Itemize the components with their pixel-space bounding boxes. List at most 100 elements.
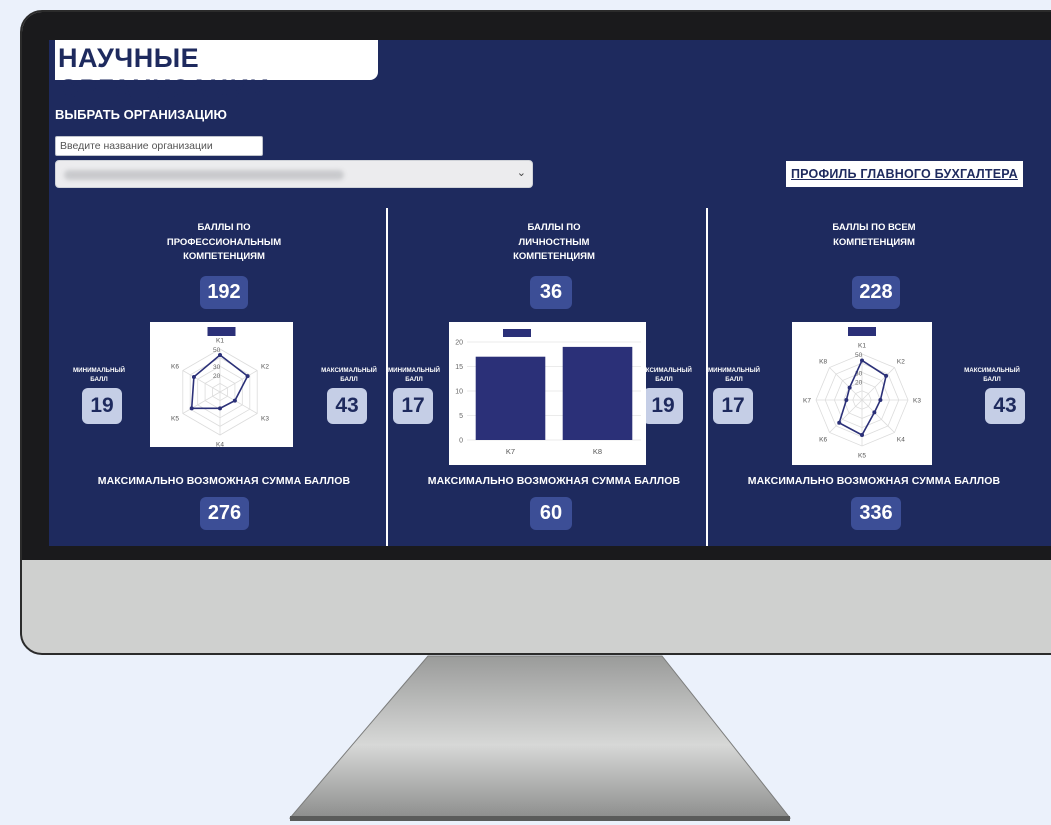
radar-axis-label: K1 — [216, 338, 224, 345]
total-score-value: 36 — [530, 276, 572, 309]
max-possible-sum-label: МАКСИМАЛЬНО ВОЗМОЖНАЯ СУММА БАЛЛОВ — [427, 475, 681, 487]
radar-axis-label: K5 — [858, 453, 866, 460]
radar-tick-label: 50 — [855, 352, 863, 359]
max-score-label: МАКСИМАЛЬНЫЙ БАЛЛ — [314, 366, 384, 384]
min-score-label: МИНИМАЛЬНЫЙ БАЛЛ — [64, 366, 134, 384]
max-score-label: МАКСИМАЛЬНЫЙ БАЛЛ — [957, 366, 1027, 384]
label-line: БАЛЛ — [983, 376, 1001, 383]
label-line: БАЛЛ — [90, 376, 108, 383]
radar-point — [837, 420, 842, 425]
radar-point — [860, 358, 864, 363]
legend-swatch — [207, 327, 236, 336]
radar-spoke — [182, 391, 221, 414]
label-line: МАКСИМАЛЬНЫЙ — [964, 367, 1020, 374]
heading-line: КОМПЕТЕНЦИЯМ — [833, 236, 915, 248]
radar-chart-svg: 203050K1K2K3K4K5K6K7K8 — [803, 327, 921, 460]
total-score-value: 192 — [200, 276, 248, 309]
heading-line: БАЛЛЫ ПО — [527, 222, 581, 233]
radar-point — [189, 406, 194, 411]
min-score-value: 17 — [713, 388, 753, 424]
professional-competencies-panel: БАЛЛЫ ПО ПРОФЕССИОНАЛЬНЫМ КОМПЕТЕНЦИЯМ 1… — [59, 40, 389, 546]
radar-point — [844, 398, 849, 402]
label-line: МИНИМАЛЬНЫЙ — [388, 367, 440, 374]
radar-axis-label: K6 — [819, 436, 827, 443]
radar-tick-label: 20 — [213, 373, 221, 380]
panel-heading: БАЛЛЫ ПО ВСЕМ КОМПЕТЕНЦИЯМ — [709, 221, 1039, 250]
radar-point — [218, 406, 222, 411]
label-line: БАЛЛ — [405, 376, 423, 383]
min-score-value: 17 — [393, 388, 433, 424]
radar-axis-label: K3 — [261, 416, 269, 423]
radar-point — [191, 374, 196, 379]
label-line: БАЛЛ — [340, 376, 358, 383]
label-line: БАЛЛ — [725, 376, 743, 383]
radar-point — [860, 432, 864, 437]
radar-point — [872, 410, 877, 415]
personal-competencies-panel: БАЛЛЫ ПО ЛИЧНОСТНЫМ КОМПЕТЕНЦИЯМ 36 МИНИ… — [388, 40, 719, 546]
radar-tick-label: 30 — [213, 364, 221, 371]
bar-tick-label: 20 — [455, 340, 463, 347]
bar-chart-svg: 0 5 10 15 20 K7 K8 — [455, 329, 641, 456]
radar-axis-label: K4 — [897, 436, 905, 443]
max-possible-sum-value: 60 — [530, 497, 572, 530]
radar-point — [884, 373, 889, 378]
total-score-value: 228 — [852, 276, 900, 309]
bar-category-label: K8 — [593, 447, 602, 456]
min-score-label: МИНИМАЛЬНЫЙ БАЛЛ — [699, 366, 769, 384]
monitor-frame: НАУЧНЫЕ ОРГАНИЗАЦИИ ВЫБРАТЬ ОРГАНИЗАЦИЮ … — [20, 10, 1051, 655]
heading-line: КОМПЕТЕНЦИЯМ — [513, 251, 595, 262]
heading-line: КОМПЕТЕНЦИЯМ — [183, 251, 265, 262]
min-score-label: МИНИМАЛЬНЫЙ БАЛЛ — [379, 366, 449, 384]
radar-axis-label: K2 — [261, 364, 269, 371]
radar-axis-label: K8 — [819, 359, 827, 366]
heading-line: БАЛЛЫ ПО — [197, 222, 251, 233]
panel-heading: БАЛЛЫ ПО ПРОФЕССИОНАЛЬНЫМ КОМПЕТЕНЦИЯМ — [59, 221, 389, 265]
radar-tick-label: 20 — [855, 380, 863, 387]
radar-axis-label: K3 — [913, 398, 921, 405]
label-line: МИНИМАЛЬНЫЙ — [73, 367, 125, 374]
min-score-value: 19 — [82, 388, 122, 424]
heading-line: ПРОФЕССИОНАЛЬНЫМ — [166, 236, 282, 248]
bar-tick-label: 5 — [459, 413, 463, 420]
bar-tick-label: 15 — [455, 364, 463, 371]
bar — [475, 356, 546, 440]
radar-tick-label: 50 — [213, 347, 221, 354]
label-line: МИНИМАЛЬНЫЙ — [708, 367, 760, 374]
radar-spoke — [219, 370, 258, 393]
radar-point — [232, 398, 237, 403]
max-score-value: 43 — [327, 388, 367, 424]
max-possible-sum-label: МАКСИМАЛЬНО ВОЗМОЖНАЯ СУММА БАЛЛОВ — [97, 475, 351, 487]
radar-axis-label: K5 — [171, 416, 179, 423]
legend-swatch — [848, 327, 876, 336]
label-line: МАКСИМАЛЬНЫЙ — [321, 367, 377, 374]
radar-chart-professional: 20 30 50 K1 K2 K3 K4 K5 K6 — [150, 322, 293, 447]
radar-point — [245, 374, 250, 379]
radar-chart-svg: 20 30 50 K1 K2 K3 K4 K5 K6 — [171, 327, 269, 448]
panel-heading: БАЛЛЫ ПО ЛИЧНОСТНЫМ КОМПЕТЕНЦИЯМ — [389, 221, 719, 265]
radar-axis-label: K7 — [803, 398, 811, 405]
max-possible-sum-value: 276 — [200, 497, 249, 530]
radar-point — [218, 353, 222, 358]
bar-tick-label: 0 — [459, 438, 463, 445]
radar-axis-label: K1 — [858, 343, 866, 350]
bar-tick-label: 10 — [455, 389, 463, 396]
bar-category-label: K7 — [506, 447, 515, 456]
bar — [562, 346, 633, 440]
radar-point — [878, 398, 883, 402]
heading-line: ЛИЧНОСТНЫМ — [518, 236, 590, 248]
dashboard-screen: НАУЧНЫЕ ОРГАНИЗАЦИИ ВЫБРАТЬ ОРГАНИЗАЦИЮ … — [49, 40, 1051, 546]
bar-chart-personal: 0 5 10 15 20 K7 K8 — [449, 322, 646, 465]
radar-axis-label: K4 — [216, 442, 224, 448]
max-score-value: 43 — [985, 388, 1025, 424]
radar-point — [847, 385, 852, 390]
max-possible-sum-value: 336 — [851, 497, 901, 530]
all-competencies-panel: БАЛЛЫ ПО ВСЕМ КОМПЕТЕНЦИЯМ 228 МИНИМАЛЬН… — [708, 40, 1039, 546]
max-possible-sum-label: МАКСИМАЛЬНО ВОЗМОЖНАЯ СУММА БАЛЛОВ — [747, 475, 1001, 487]
legend-swatch — [503, 329, 531, 337]
max-score-value: 19 — [643, 388, 683, 424]
radar-chart-all: 20 30 50 K1 K2 K3 K4 K5 K6 K7 K8 — [792, 322, 932, 465]
heading-line: БАЛЛЫ ПО ВСЕМ — [832, 222, 916, 233]
radar-spoke — [219, 391, 258, 414]
radar-axis-label: K6 — [171, 364, 179, 371]
monitor-bezel: НАУЧНЫЕ ОРГАНИЗАЦИИ ВЫБРАТЬ ОРГАНИЗАЦИЮ … — [22, 12, 1051, 560]
